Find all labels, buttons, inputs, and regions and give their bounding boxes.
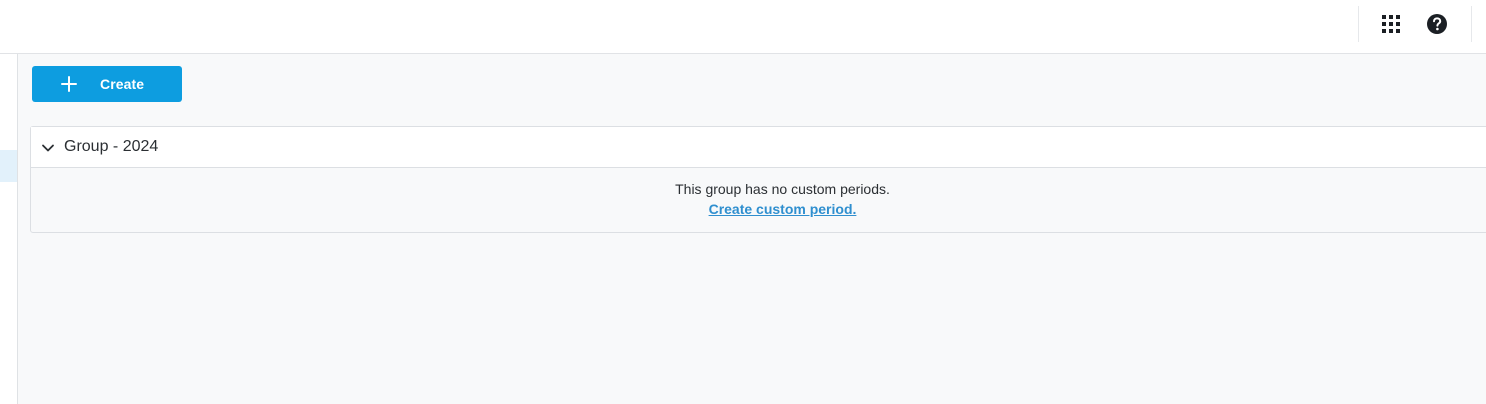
- help-circle-icon[interactable]: [1426, 13, 1448, 35]
- toolbar-divider: [1471, 6, 1472, 42]
- create-button-label: Create: [100, 76, 145, 92]
- group-header[interactable]: Group - 2024: [31, 127, 1486, 168]
- top-bar: [0, 0, 1486, 54]
- create-button[interactable]: Create: [32, 66, 182, 102]
- sidebar: [0, 54, 18, 404]
- sidebar-active-item[interactable]: [0, 150, 17, 182]
- apps-grid-icon[interactable]: [1380, 13, 1402, 35]
- empty-state-message: This group has no custom periods.: [675, 181, 890, 197]
- toolbar-divider: [1358, 6, 1359, 42]
- group-title: Group - 2024: [64, 138, 159, 155]
- chevron-down-icon[interactable]: [41, 141, 55, 155]
- create-custom-period-link[interactable]: Create custom period.: [31, 201, 1486, 217]
- main-content: Create Group - 2024 This group has no cu…: [18, 54, 1486, 404]
- group-panel: Group - 2024 This group has no custom pe…: [30, 126, 1486, 233]
- plus-icon: [60, 75, 78, 93]
